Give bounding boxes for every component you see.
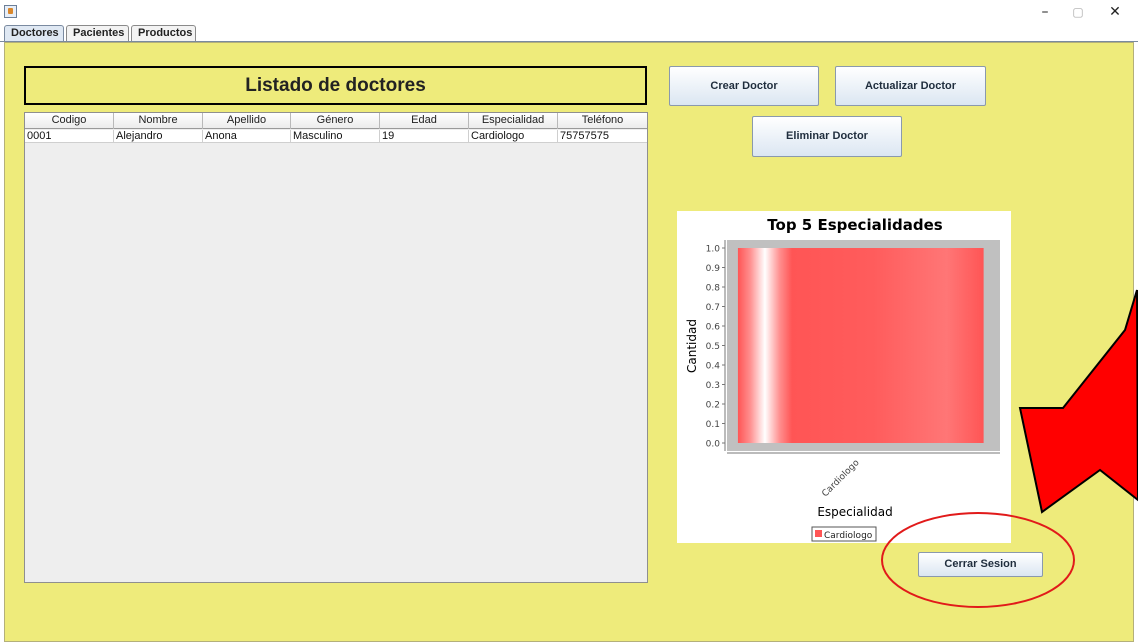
- cell-nombre[interactable]: Alejandro: [114, 130, 203, 143]
- tab-doctores[interactable]: Doctores: [4, 25, 64, 42]
- logout-button[interactable]: Cerrar Sesion: [918, 552, 1043, 577]
- y-tick-label: 0.8: [706, 284, 721, 294]
- y-axis: 0.0 0.1 0.2 0.3 0.4 0.5 0.6 0.7 0.8 0.9 1.0: [706, 240, 726, 451]
- tab-strip: Doctores Pacientes Productos: [0, 24, 1138, 42]
- x-axis-label: Especialidad: [817, 505, 892, 519]
- maximize-button[interactable]: ▢: [1064, 2, 1092, 22]
- heading-box: Listado de doctores: [24, 66, 647, 105]
- y-tick-label: 0.7: [706, 303, 720, 313]
- cell-apellido[interactable]: Anona: [203, 130, 291, 143]
- specialties-chart: Top 5 Especialidades 0.0 0.1 0.2 0.3 0.4 0.5 0…: [677, 211, 1011, 543]
- cell-genero[interactable]: Masculino: [291, 130, 380, 143]
- column-header-especialidad[interactable]: Especialidad: [469, 113, 558, 129]
- y-tick-label: 0.2: [706, 401, 720, 411]
- close-button[interactable]: ✕: [1101, 2, 1129, 22]
- legend-label: Cardiologo: [824, 531, 873, 541]
- x-axis: Cardiologo: [727, 452, 1000, 500]
- create-doctor-button[interactable]: Crear Doctor: [669, 66, 819, 106]
- column-header-codigo[interactable]: Codigo: [25, 113, 114, 129]
- y-tick-label: 0.3: [706, 381, 720, 391]
- y-tick-label: 1.0: [706, 245, 721, 255]
- cell-edad[interactable]: 19: [380, 130, 469, 143]
- bars: [737, 248, 984, 443]
- y-tick-label: 0.9: [706, 264, 721, 274]
- x-tick-label: Cardiologo: [820, 458, 862, 500]
- java-app-icon: [4, 5, 17, 18]
- column-header-apellido[interactable]: Apellido: [203, 113, 291, 129]
- chart-legend: Cardiologo: [811, 526, 877, 542]
- column-header-nombre[interactable]: Nombre: [114, 113, 203, 129]
- y-tick-label: 0.4: [706, 362, 721, 372]
- column-header-telefono[interactable]: Teléfono: [558, 113, 647, 129]
- doctors-table[interactable]: Codigo Nombre Apellido Género Edad Espec…: [24, 112, 648, 583]
- window-title-bar: – ▢ ✕: [0, 0, 1138, 24]
- cell-codigo[interactable]: 0001: [25, 130, 114, 143]
- legend-swatch: [815, 530, 822, 537]
- bar-cardiologo: [737, 248, 984, 443]
- minimize-button[interactable]: –: [1031, 2, 1059, 22]
- table-header: Codigo Nombre Apellido Género Edad Espec…: [25, 113, 647, 129]
- tab-productos[interactable]: Productos: [131, 25, 196, 42]
- table-row[interactable]: 0001 Alejandro Anona Masculino 19 Cardio…: [25, 130, 647, 143]
- column-header-genero[interactable]: Género: [291, 113, 380, 129]
- bar-chart-svg: Top 5 Especialidades 0.00.10.20.30.40.50…: [685, 216, 1000, 542]
- y-tick-label: 0.6: [706, 323, 721, 333]
- cell-telefono[interactable]: 75757575: [558, 130, 647, 143]
- y-tick-label: 0.1: [706, 420, 720, 430]
- y-tick-label: 0.0: [706, 440, 721, 450]
- y-axis-label: Cantidad: [685, 319, 699, 373]
- update-doctor-button[interactable]: Actualizar Doctor: [835, 66, 986, 106]
- delete-doctor-button[interactable]: Eliminar Doctor: [752, 116, 902, 157]
- page-title: Listado de doctores: [245, 75, 426, 96]
- y-tick-label: 0.5: [706, 342, 720, 352]
- cell-especialidad[interactable]: Cardiologo: [469, 130, 558, 143]
- tab-pacientes[interactable]: Pacientes: [66, 25, 129, 42]
- chart-title: Top 5 Especialidades: [767, 216, 942, 234]
- column-header-edad[interactable]: Edad: [380, 113, 469, 129]
